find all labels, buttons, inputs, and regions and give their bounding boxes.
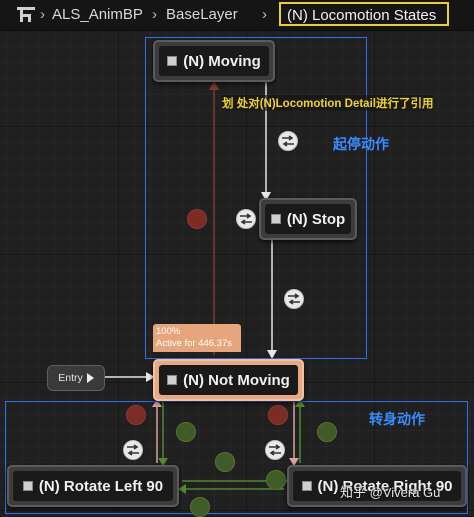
entry-node[interactable]: Entry [47, 365, 105, 391]
breadcrumb-item-baselayer[interactable]: BaseLayer [166, 6, 238, 23]
state-icon [270, 214, 281, 224]
breadcrumb-item-animbp[interactable]: ALS_AnimBP [52, 6, 143, 23]
state-icon [167, 56, 178, 66]
transition-rule-icon[interactable] [126, 405, 146, 425]
chevron-right-icon: › [262, 6, 267, 23]
state-node-stop[interactable]: (N) Stop [259, 198, 357, 240]
chevron-right-icon: › [152, 6, 157, 23]
active-weight: 100% [156, 326, 181, 337]
active-time: Active for 446.37s [156, 338, 233, 349]
state-label: (N) Not Moving [183, 371, 290, 389]
transition-rule-icon[interactable] [278, 131, 298, 151]
transition-rule-icon[interactable] [215, 452, 235, 472]
transition-rule-icon[interactable] [265, 440, 285, 460]
state-label: (N) Moving [183, 52, 261, 70]
transition-rule-icon[interactable] [236, 209, 256, 229]
state-node-rotate-left[interactable]: (N) Rotate Left 90 [7, 465, 179, 507]
state-machine-icon [17, 7, 35, 22]
chevron-right-icon: › [40, 6, 45, 23]
start-stop-label: 起停动作 [333, 136, 389, 152]
entry-label: Entry [58, 372, 83, 384]
reference-annotation: 划 处对(N)Locomotion Detail进行了引用 [222, 95, 434, 111]
breadcrumb-item-current[interactable]: (N) Locomotion States [279, 2, 449, 26]
transition-rule-icon[interactable] [266, 470, 286, 490]
transition-rule-icon[interactable] [187, 209, 207, 229]
turn-label: 转身动作 [369, 411, 425, 427]
transition-rule-icon[interactable] [317, 422, 337, 442]
transition-rule-icon[interactable] [190, 497, 210, 517]
state-label: (N) Rotate Left 90 [38, 477, 164, 495]
transition-rule-icon[interactable] [284, 289, 304, 309]
entry-arrow-icon [86, 373, 94, 383]
state-icon [22, 481, 33, 491]
state-label: (N) Stop [286, 210, 346, 228]
state-icon [301, 481, 312, 491]
breadcrumb: › ALS_AnimBP › BaseLayer › (N) Locomotio… [0, 0, 474, 31]
state-node-moving[interactable]: (N) Moving [153, 40, 275, 82]
transition-rule-icon[interactable] [268, 405, 288, 425]
state-icon [167, 375, 178, 385]
transition-rule-icon[interactable] [176, 422, 196, 442]
state-node-not-moving[interactable]: (N) Not Moving [153, 359, 304, 401]
active-status-badge: 100% Active for 446.37s [153, 324, 241, 352]
transition-rule-icon[interactable] [123, 440, 143, 460]
watermark: 知乎 @Vivera Gu [340, 485, 441, 500]
